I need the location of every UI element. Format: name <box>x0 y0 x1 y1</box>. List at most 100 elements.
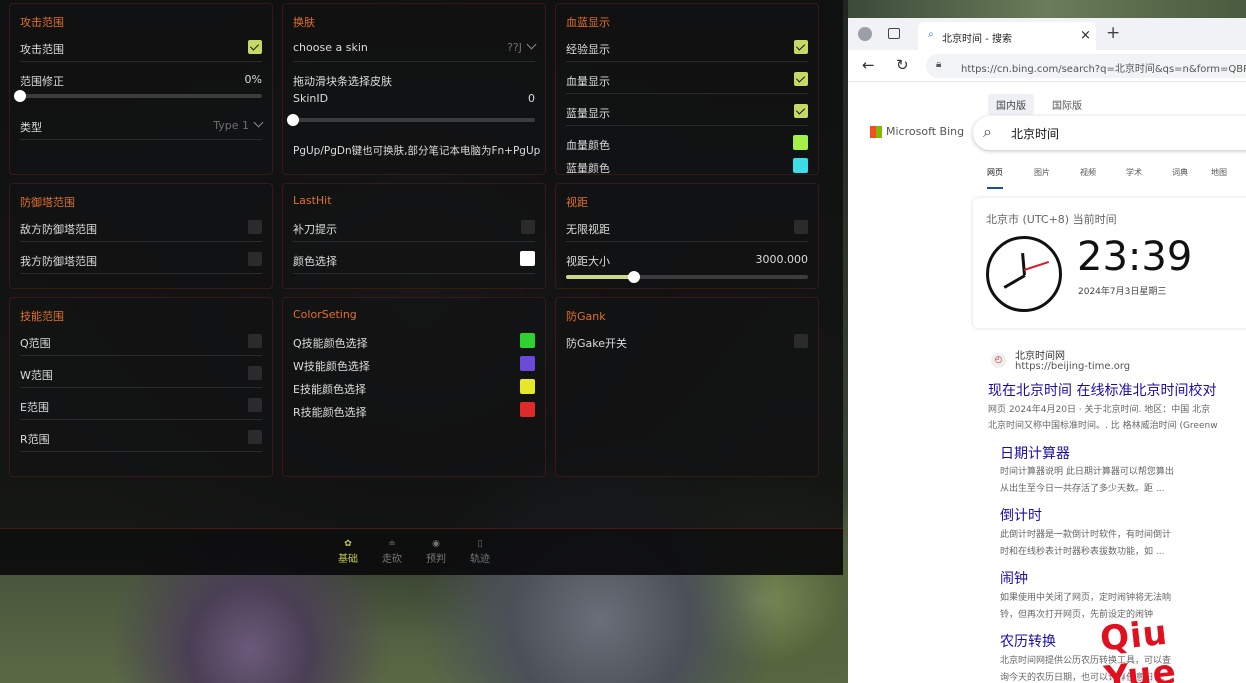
e-color-swatch[interactable] <box>520 379 535 394</box>
anti-gank-label: 防Gake开关 <box>566 337 628 350</box>
unlimited-vision-checkbox[interactable] <box>794 220 808 234</box>
eye-icon: ◉ <box>432 539 440 549</box>
bottom-nav-bar: ✿ 基础 ≐ 走砍 ◉ 预判 ▯ 轨迹 <box>0 528 843 575</box>
type-label: 类型 <box>20 121 42 134</box>
skin-id-label: SkinID <box>293 92 329 105</box>
lasthit-hint-checkbox[interactable] <box>521 220 535 234</box>
skin-id-row: SkinID 0 <box>293 86 535 118</box>
panel-title: 防御塔范围 <box>20 196 75 209</box>
r-color-swatch[interactable] <box>520 402 535 417</box>
skin-id-slider[interactable] <box>287 114 535 126</box>
enemy-tower-row: 敌方防御塔范围 <box>20 210 262 242</box>
q-range-row: Q范围 <box>20 324 262 356</box>
desktop-strip <box>848 0 1246 18</box>
attack-range-toggle-row: 攻击范围 <box>20 30 262 62</box>
slider-handle[interactable] <box>627 271 640 283</box>
ally-tower-label: 我方防御塔范围 <box>20 255 97 268</box>
sublink-title[interactable]: 闹钟 <box>1000 568 1028 588</box>
e-range-row: E范围 <box>20 388 262 420</box>
chevron-down-icon <box>253 117 264 128</box>
scope-videos[interactable]: 视频 <box>1080 167 1096 178</box>
hp-color-swatch[interactable] <box>793 135 808 150</box>
back-arrow-icon[interactable]: ← <box>862 56 875 74</box>
hp-label: 血量显示 <box>566 75 610 88</box>
panel-title: 技能范围 <box>20 310 64 323</box>
chevron-down-icon <box>526 39 537 50</box>
lasthit-hint-label: 补刀提示 <box>293 223 337 236</box>
w-range-checkbox[interactable] <box>248 366 262 380</box>
w-color-swatch[interactable] <box>520 356 535 371</box>
url-field[interactable]: 🔒︎ https://cn.bing.com/search?q=北京时间&qs=… <box>926 54 1246 78</box>
q-range-checkbox[interactable] <box>248 334 262 348</box>
scope-academic[interactable]: 学术 <box>1126 167 1142 178</box>
panel-skin: 换肤 choose a skin ??J 拖动滑块条选择皮肤 SkinID 0 … <box>282 3 546 175</box>
enemy-tower-checkbox[interactable] <box>248 220 262 234</box>
mp-checkbox[interactable] <box>794 104 808 118</box>
result-site-name: 北京时间网 <box>1015 351 1065 362</box>
nav-trajectory[interactable]: ▯ 轨迹 <box>460 539 500 565</box>
panel-title: 防Gank <box>566 310 606 323</box>
ally-tower-checkbox[interactable] <box>248 252 262 266</box>
type-row: 类型 Type 1 <box>20 108 264 140</box>
type-dropdown[interactable]: Type 1 <box>213 117 264 132</box>
anti-gank-row: 防Gake开关 <box>566 324 808 356</box>
region-tab-domestic[interactable]: 国内版 <box>988 94 1034 115</box>
enemy-tower-label: 敌方防御塔范围 <box>20 223 97 236</box>
pg-hint-row: PgUp/PgDn键也可换肤,部分笔记本电脑为Fn+PgUp <box>293 132 540 164</box>
nav-label: 预判 <box>426 554 446 565</box>
skin-select-value: choose a skin <box>293 41 368 54</box>
bing-logo[interactable]: Microsoft Bing <box>886 125 964 138</box>
skin-select-row[interactable]: choose a skin ??J <box>293 30 537 62</box>
e-range-checkbox[interactable] <box>248 398 262 412</box>
nav-basic[interactable]: ✿ 基础 <box>328 539 368 565</box>
slider-handle[interactable] <box>14 90 26 102</box>
exp-row: 经验显示 <box>566 30 808 62</box>
panel-tower-range: 防御塔范围 敌方防御塔范围 我方防御塔范围 <box>9 183 273 289</box>
exp-checkbox[interactable] <box>794 40 808 54</box>
anti-gank-checkbox[interactable] <box>794 334 808 348</box>
vision-size-slider[interactable] <box>566 271 808 283</box>
mp-color-label: 蓝量颜色 <box>566 162 610 175</box>
skin-dropdown[interactable]: ??J <box>507 39 537 54</box>
scope-maps[interactable]: 地图 <box>1211 167 1227 178</box>
lasthit-color-label: 颜色选择 <box>293 255 337 268</box>
scope-web[interactable]: 网页 <box>987 167 1003 189</box>
current-date: 2024年7月3日星期三 <box>1078 287 1167 297</box>
scope-images[interactable]: 图片 <box>1034 167 1050 178</box>
nav-orbwalk[interactable]: ≐ 走砍 <box>372 539 412 565</box>
hp-checkbox[interactable] <box>794 72 808 86</box>
search-box[interactable]: ⌕ 北京时间 <box>973 116 1246 150</box>
tab-active[interactable]: ⌕ 北京时间 - 搜索 × <box>918 22 1096 50</box>
microsoft-logo-icon <box>870 126 882 138</box>
region-tab-intl[interactable]: 国际版 <box>1052 97 1082 112</box>
refresh-icon[interactable]: ↻ <box>896 56 909 74</box>
range-adjust-slider[interactable] <box>14 90 262 102</box>
panel-title: 换肤 <box>293 16 315 29</box>
mp-label: 蓝量显示 <box>566 107 610 120</box>
sublink-title[interactable]: 农历转换 <box>1000 631 1056 651</box>
r-range-label: R范围 <box>20 433 50 446</box>
unlimited-vision-label: 无限视距 <box>566 223 610 236</box>
q-color-swatch[interactable] <box>520 333 535 348</box>
profile-icon[interactable] <box>858 27 872 41</box>
sublink-title[interactable]: 倒计时 <box>1000 505 1042 525</box>
exp-label: 经验显示 <box>566 43 610 56</box>
scope-dictionary[interactable]: 词典 <box>1172 167 1188 178</box>
vision-size-label: 视距大小 <box>566 255 610 268</box>
nav-predict[interactable]: ◉ 预判 <box>416 539 456 565</box>
new-tab-button[interactable]: + <box>1106 23 1120 43</box>
address-bar: ← ↻ 🔒︎ https://cn.bing.com/search?q=北京时间… <box>848 50 1246 82</box>
site-favicon-icon: ◴ <box>991 353 1006 368</box>
mp-color-swatch[interactable] <box>793 158 808 173</box>
r-range-row: R范围 <box>20 420 262 452</box>
lasthit-color-row: 颜色选择 <box>293 242 535 274</box>
sublink-title[interactable]: 日期计算器 <box>1000 443 1070 463</box>
result-title-link[interactable]: 现在北京时间 在线标准北京时间校对 <box>988 380 1216 400</box>
close-icon[interactable]: × <box>1080 28 1091 43</box>
tab-actions-icon[interactable] <box>888 28 900 39</box>
r-range-checkbox[interactable] <box>248 430 262 444</box>
slider-handle[interactable] <box>287 114 299 126</box>
attack-range-checkbox[interactable] <box>248 40 262 54</box>
lasthit-color-swatch[interactable] <box>520 251 535 266</box>
result-url[interactable]: https://beijing-time.org <box>1015 361 1130 372</box>
